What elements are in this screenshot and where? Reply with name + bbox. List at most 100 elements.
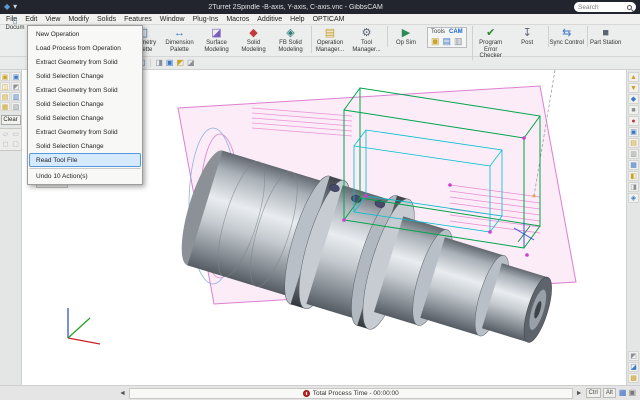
left-toolbar-disabled-icon: ▭ <box>11 130 20 139</box>
toolbar-button[interactable]: ▤ Operation Manager... <box>311 26 348 53</box>
approach-point <box>533 195 536 198</box>
tools-cam-tab[interactable]: CAM <box>449 29 463 35</box>
document-icon: ▯ <box>13 16 18 25</box>
status-bar: ◄ Total Process Time - 00:00:00 ► CtrlAl… <box>0 385 640 400</box>
toolbar-button-label: Surface Modeling <box>198 40 235 53</box>
title-quick-icons: ◆▾ <box>4 3 17 11</box>
context-menu-item[interactable]: Solid Selection Change <box>29 139 141 153</box>
app-icon[interactable]: ◆ <box>4 3 10 11</box>
status-icon[interactable]: ▦ <box>619 389 627 397</box>
right-toolbar-icon[interactable]: ▩ <box>628 373 639 383</box>
left-toolbar-icon[interactable]: ▣ <box>11 72 21 81</box>
toolbar-button-label: Operation Manager... <box>312 40 348 53</box>
clear-button[interactable]: Clear <box>1 115 21 125</box>
right-toolbar-icon[interactable]: ◧ <box>628 171 639 181</box>
modifier-key-indicator: Ctrl <box>586 388 601 398</box>
right-toolbar-icon[interactable]: ▲ <box>628 72 639 82</box>
tools-cam-icon[interactable]: ▤ <box>443 36 452 46</box>
toolbar-button[interactable]: ◆ Solid Modeling <box>235 26 272 53</box>
context-menu-item[interactable]: Solid Selection Change <box>29 69 141 83</box>
menu-item[interactable]: View <box>41 16 64 23</box>
menu-item[interactable]: OPTICAM <box>309 16 349 23</box>
toolbar-button[interactable]: ⇆ Sync Control <box>548 26 585 47</box>
menu-item[interactable]: Features <box>120 16 156 23</box>
toolbar-button-icon: ↧ <box>523 27 532 39</box>
tools-cam-icon[interactable]: ▥ <box>454 36 463 46</box>
context-menu-item[interactable]: Extract Geometry from Solid <box>29 55 141 69</box>
context-menu-item-label: Read Tool File <box>36 157 77 164</box>
context-menu-item[interactable]: New Operation <box>29 27 141 41</box>
context-menu-item[interactable]: Extract Geometry from Solid <box>29 83 141 97</box>
right-toolbar-icon[interactable]: ◆ <box>628 94 639 104</box>
toolbar-button[interactable]: ◪ Surface Modeling <box>198 26 235 53</box>
menu-item[interactable]: Solids <box>93 16 120 23</box>
tools-cam-icon[interactable]: ▣ <box>431 36 440 46</box>
status-left-arrow-icon[interactable]: ◄ <box>119 390 126 397</box>
right-toolbar-icon[interactable]: ◩ <box>628 351 639 361</box>
small-toolbar-icon[interactable]: ◩ <box>176 59 184 67</box>
right-toolbar-icon[interactable]: ● <box>628 116 639 126</box>
context-menu-item[interactable]: Read Tool File <box>29 153 141 167</box>
context-menu-item[interactable]: Extract Geometry from Solid <box>29 125 141 139</box>
context-menu-item[interactable]: Solid Selection Change <box>29 111 141 125</box>
right-toolbar-icon[interactable]: ▤ <box>628 138 639 148</box>
small-toolbar-icon[interactable]: ▣ <box>166 59 174 67</box>
left-toolbar-icon[interactable]: ▣ <box>0 72 10 81</box>
toolbar-button-label: Op Sim <box>396 40 416 47</box>
toolbar-button-icon: ↔ <box>174 27 185 39</box>
menu-item[interactable]: Window <box>156 16 189 23</box>
left-toolbar-icon[interactable]: ▧ <box>11 102 21 111</box>
toolbar-button[interactable]: ▶ Op Sim <box>387 26 424 47</box>
menu-item[interactable]: Modify <box>64 16 93 23</box>
toolbar-button-icon: ▤ <box>325 27 335 39</box>
left-toolbar-icon[interactable]: ▤ <box>0 92 10 101</box>
right-toolbar-icon[interactable]: ▣ <box>628 127 639 137</box>
context-menu-item[interactable]: Undo 10 Action(s) <box>29 168 141 183</box>
context-menu-item-label: Solid Selection Change <box>36 73 104 80</box>
left-toolbar-disabled-icon: ▱ <box>1 130 10 139</box>
left-toolbar-icon[interactable]: ◫ <box>0 82 10 91</box>
toolbar-button[interactable]: ■ Part Station <box>587 26 624 47</box>
small-toolbar-icon[interactable]: ◨ <box>150 59 163 67</box>
right-toolbar-icon[interactable]: ◈ <box>628 193 639 203</box>
toolbar-button[interactable]: ✔ Program Error Checker <box>472 26 509 60</box>
menu-item[interactable]: Help <box>286 16 308 23</box>
toolbar-button[interactable]: ↧ Post <box>509 26 546 47</box>
status-icon[interactable]: ▣ <box>628 389 636 397</box>
toolbar-button[interactable]: ⚙ Tool Manager... <box>348 26 385 53</box>
app-icon[interactable]: ▾ <box>13 3 17 11</box>
search-placeholder: Search <box>578 4 599 11</box>
menu-bar: FileEditViewModifySolidsFeaturesWindowPl… <box>0 14 640 25</box>
right-toolbar-icon[interactable]: ■ <box>628 105 639 115</box>
document-tab[interactable]: ▯ Docum <box>2 16 28 31</box>
menu-item[interactable]: Additive <box>253 16 286 23</box>
left-toolbar-icon[interactable]: ▥ <box>11 92 21 101</box>
context-menu-item-label: Extract Geometry from Solid <box>36 59 118 66</box>
document-tab-label: Docum <box>5 25 24 31</box>
left-toolbar-icon[interactable]: ◩ <box>11 82 21 91</box>
context-menu-item-label: Undo 10 Action(s) <box>36 173 88 180</box>
context-menu-item[interactable]: Solid Selection Change <box>29 97 141 111</box>
toolbar-button-icon: ▶ <box>402 27 410 39</box>
right-toolbar-icon[interactable]: ◨ <box>628 182 639 192</box>
status-right-arrow-icon[interactable]: ► <box>576 390 583 397</box>
toolbar-button[interactable]: ↔ Dimension Palette <box>161 26 198 53</box>
left-toolbar-icon[interactable]: ▦ <box>0 102 10 111</box>
menu-item[interactable]: Macros <box>222 16 253 23</box>
search-box[interactable]: Search <box>574 2 636 12</box>
toolbar-button-icon: ◆ <box>249 27 257 39</box>
right-toolbar-icon[interactable]: ▼ <box>628 83 639 93</box>
modifier-key-indicator: Alt <box>603 388 616 398</box>
toolbar-button[interactable]: ◈ FB Solid Modeling <box>272 26 309 53</box>
menu-item[interactable]: Plug-Ins <box>189 16 223 23</box>
tools-cam-tab[interactable]: Tools <box>431 29 445 35</box>
toolbar-button-label: Solid Modeling <box>235 40 272 53</box>
small-toolbar-icon[interactable]: ◪ <box>187 59 195 67</box>
right-toolbar-icon[interactable]: ◪ <box>628 362 639 372</box>
tools-cam-group: Tools CAM ▣▤▥ <box>427 27 467 48</box>
process-time-field: Total Process Time - 00:00:00 <box>129 388 573 399</box>
right-toolbar-icon[interactable]: ▦ <box>628 160 639 170</box>
right-toolbar-icon[interactable]: ▥ <box>628 149 639 159</box>
file-context-menu: New Operation Load Process from Operatio… <box>27 25 143 185</box>
context-menu-item[interactable]: Load Process from Operation <box>29 41 141 55</box>
